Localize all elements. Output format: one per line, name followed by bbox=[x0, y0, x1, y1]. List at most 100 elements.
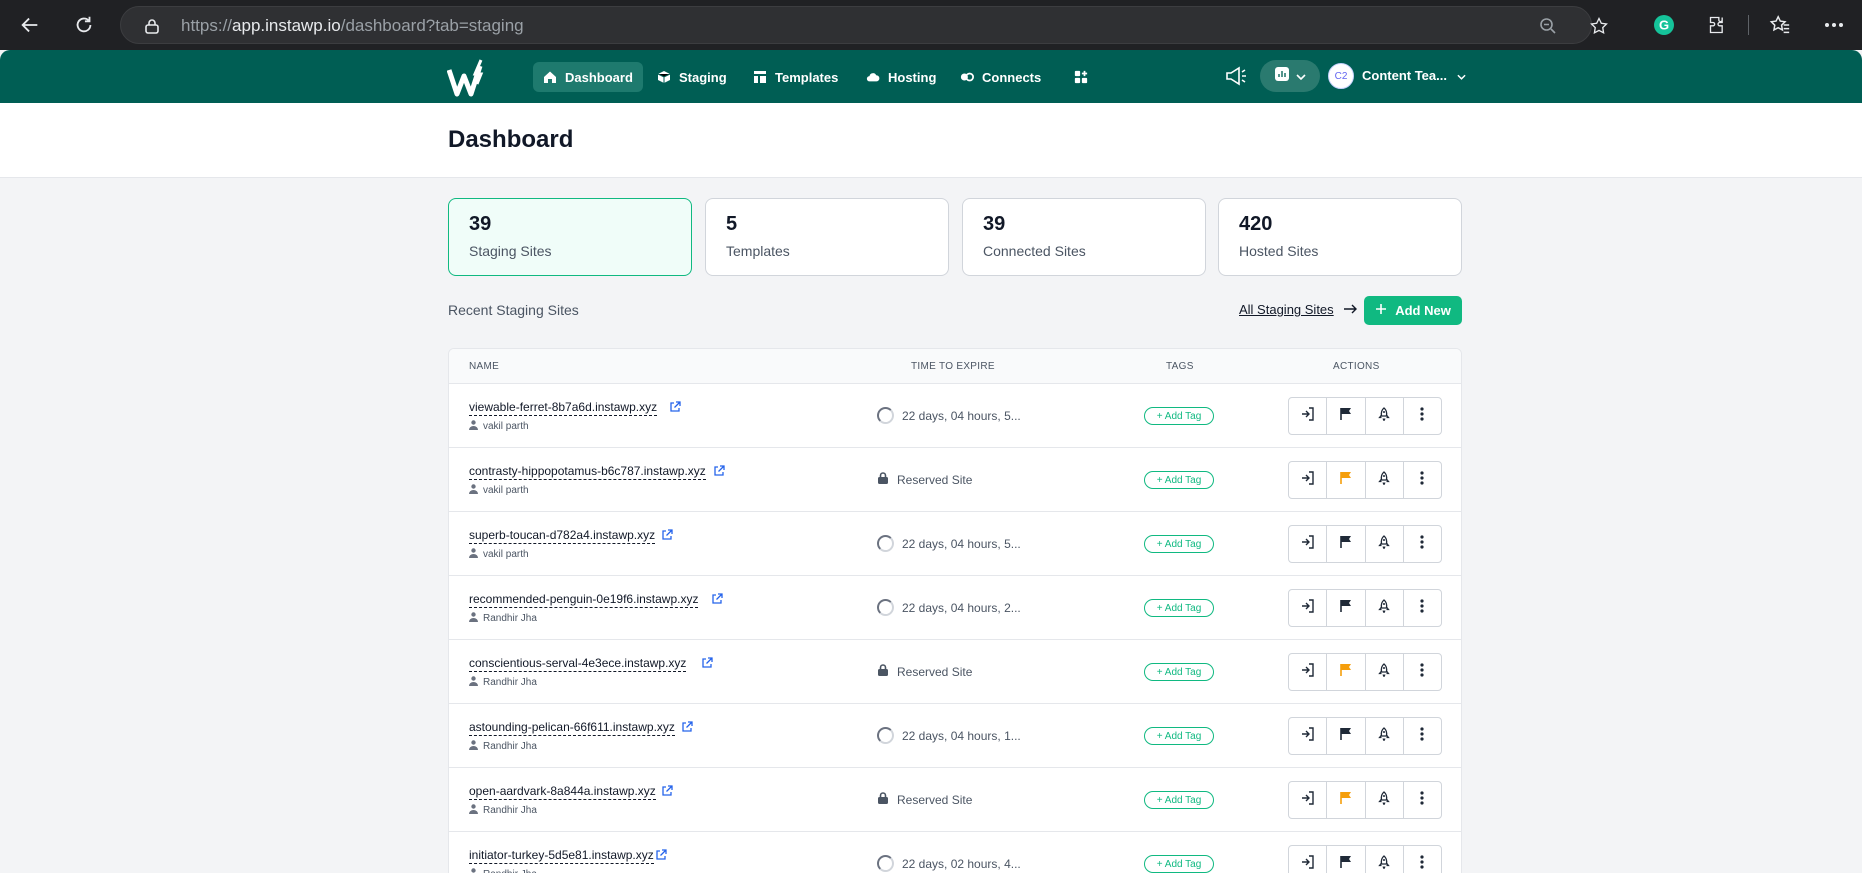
nav-staging[interactable]: Staging bbox=[647, 62, 737, 92]
login-button[interactable] bbox=[1289, 718, 1328, 754]
more-options-button[interactable] bbox=[1404, 718, 1441, 754]
site-link[interactable]: conscientious-serval-4e3ece.instawp.xyz bbox=[469, 656, 687, 672]
apps-grid-button[interactable] bbox=[1064, 62, 1098, 92]
stat-card-templates[interactable]: 5 Templates bbox=[705, 198, 949, 276]
reserve-flag-button[interactable] bbox=[1327, 846, 1366, 873]
nav-dashboard-label: Dashboard bbox=[565, 69, 633, 85]
all-staging-sites-label: All Staging Sites bbox=[1239, 302, 1334, 317]
browser-toolbar: https://app.instawp.io/dashboard?tab=sta… bbox=[0, 0, 1862, 50]
nav-connects-label: Connects bbox=[982, 69, 1042, 85]
reload-icon[interactable] bbox=[68, 9, 100, 41]
external-link-icon[interactable] bbox=[661, 528, 673, 540]
add-tag-button[interactable]: + Add Tag bbox=[1144, 663, 1214, 681]
workspace-switcher[interactable] bbox=[1260, 60, 1320, 92]
deploy-button[interactable] bbox=[1366, 398, 1404, 434]
login-icon bbox=[1301, 406, 1315, 426]
nav-hosting[interactable]: Hosting bbox=[856, 62, 946, 92]
add-tag-button[interactable]: + Add Tag bbox=[1144, 727, 1214, 745]
site-link[interactable]: initiator-turkey-5d5e81.instawp.xyz bbox=[469, 848, 654, 864]
stat-card-hosted[interactable]: 420 Hosted Sites bbox=[1218, 198, 1462, 276]
nav-connects[interactable]: Connects bbox=[950, 62, 1051, 92]
deploy-button[interactable] bbox=[1366, 526, 1404, 562]
reserve-flag-button[interactable] bbox=[1327, 526, 1366, 562]
external-link-icon[interactable] bbox=[711, 592, 723, 604]
stat-card-connected[interactable]: 39 Connected Sites bbox=[962, 198, 1206, 276]
external-link-icon[interactable] bbox=[701, 656, 713, 668]
favorite-star-icon[interactable] bbox=[1589, 16, 1609, 41]
site-link[interactable]: viewable-ferret-8b7a6d.instawp.xyz bbox=[469, 400, 658, 416]
login-button[interactable] bbox=[1289, 526, 1328, 562]
external-link-icon[interactable] bbox=[661, 784, 673, 796]
nav-staging-label: Staging bbox=[679, 69, 727, 85]
login-button[interactable] bbox=[1289, 398, 1328, 434]
add-new-button[interactable]: Add New bbox=[1364, 296, 1462, 325]
site-link[interactable]: open-aardvark-8a844a.instawp.xyz bbox=[469, 784, 656, 800]
grammarly-icon[interactable]: G bbox=[1648, 9, 1680, 41]
user-icon bbox=[469, 740, 478, 753]
add-tag-button[interactable]: + Add Tag bbox=[1144, 855, 1214, 873]
stat-card-staging[interactable]: 39 Staging Sites bbox=[448, 198, 692, 276]
more-options-button[interactable] bbox=[1404, 590, 1441, 626]
row-actions bbox=[1288, 781, 1442, 819]
site-link[interactable]: astounding-pelican-66f611.instawp.xyz bbox=[469, 720, 675, 736]
reserve-flag-button[interactable] bbox=[1327, 462, 1366, 498]
login-button[interactable] bbox=[1289, 782, 1328, 818]
external-link-icon[interactable] bbox=[669, 400, 681, 412]
deploy-button[interactable] bbox=[1366, 782, 1404, 818]
timer-spinner-icon bbox=[877, 599, 894, 616]
reserve-flag-button[interactable] bbox=[1327, 398, 1366, 434]
more-options-button[interactable] bbox=[1404, 654, 1441, 690]
deploy-button[interactable] bbox=[1366, 846, 1404, 873]
more-options-button[interactable] bbox=[1404, 782, 1441, 818]
url-text: https://app.instawp.io/dashboard?tab=sta… bbox=[181, 16, 524, 35]
more-options-button[interactable] bbox=[1404, 526, 1441, 562]
header-name: NAME bbox=[469, 361, 500, 372]
extensions-icon[interactable] bbox=[1702, 9, 1734, 41]
instawp-logo[interactable] bbox=[446, 58, 495, 98]
site-link[interactable]: contrasty-hippopotamus-b6c787.instawp.xy… bbox=[469, 464, 706, 480]
site-link[interactable]: recommended-penguin-0e19f6.instawp.xyz bbox=[469, 592, 699, 608]
cube-icon bbox=[657, 70, 671, 84]
more-menu-icon[interactable] bbox=[1818, 9, 1850, 41]
address-bar[interactable]: https://app.instawp.io/dashboard?tab=sta… bbox=[120, 6, 1608, 44]
login-button[interactable] bbox=[1289, 590, 1328, 626]
reserve-flag-button[interactable] bbox=[1327, 590, 1366, 626]
login-button[interactable] bbox=[1289, 654, 1328, 690]
user-icon bbox=[469, 676, 478, 689]
external-link-icon[interactable] bbox=[681, 720, 693, 732]
login-button[interactable] bbox=[1289, 846, 1328, 873]
site-link[interactable]: superb-toucan-d782a4.instawp.xyz bbox=[469, 528, 656, 544]
nav-dashboard[interactable]: Dashboard bbox=[533, 62, 643, 92]
add-tag-button[interactable]: + Add Tag bbox=[1144, 599, 1214, 617]
zoom-out-icon[interactable] bbox=[1539, 17, 1557, 40]
add-tag-button[interactable]: + Add Tag bbox=[1144, 471, 1214, 489]
login-button[interactable] bbox=[1289, 462, 1328, 498]
more-options-button[interactable] bbox=[1404, 846, 1441, 873]
add-tag-button[interactable]: + Add Tag bbox=[1144, 407, 1214, 425]
deploy-button[interactable] bbox=[1366, 718, 1404, 754]
reserve-flag-button[interactable] bbox=[1327, 718, 1366, 754]
nav-templates-label: Templates bbox=[775, 69, 839, 85]
announcement-icon[interactable] bbox=[1224, 65, 1248, 92]
all-staging-sites-link[interactable]: All Staging Sites bbox=[1239, 302, 1358, 317]
deploy-button[interactable] bbox=[1366, 654, 1404, 690]
user-menu[interactable]: Content Tea... bbox=[1362, 63, 1466, 89]
back-icon[interactable] bbox=[14, 9, 46, 41]
more-options-button[interactable] bbox=[1404, 398, 1441, 434]
avatar[interactable]: C2 bbox=[1328, 63, 1354, 89]
deploy-button[interactable] bbox=[1366, 462, 1404, 498]
table-row: superb-toucan-d782a4.instawp.xyz vakil pa… bbox=[449, 512, 1461, 576]
external-link-icon[interactable] bbox=[655, 848, 667, 860]
nav-templates[interactable]: Templates bbox=[743, 62, 848, 92]
favorites-icon[interactable] bbox=[1764, 9, 1796, 41]
more-options-button[interactable] bbox=[1404, 462, 1441, 498]
add-tag-button[interactable]: + Add Tag bbox=[1144, 791, 1214, 809]
login-icon bbox=[1301, 598, 1315, 618]
add-tag-button[interactable]: + Add Tag bbox=[1144, 535, 1214, 553]
reserve-flag-button[interactable] bbox=[1327, 782, 1366, 818]
reserve-flag-button[interactable] bbox=[1327, 654, 1366, 690]
expire-text: Reserved Site bbox=[897, 792, 973, 807]
flag-icon bbox=[1339, 855, 1352, 873]
deploy-button[interactable] bbox=[1366, 590, 1404, 626]
external-link-icon[interactable] bbox=[713, 464, 725, 476]
